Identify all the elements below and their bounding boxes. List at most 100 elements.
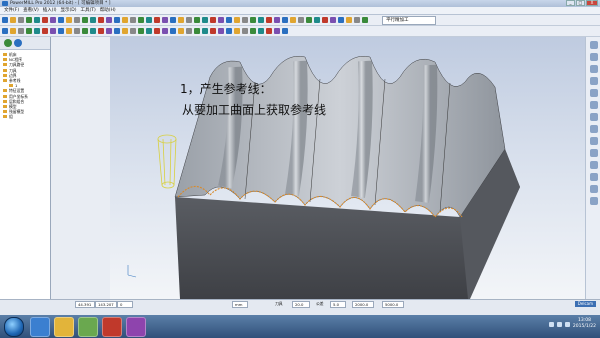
media-app-icon[interactable] <box>78 317 98 337</box>
toolbar-button-icon[interactable] <box>322 17 328 23</box>
toolbar-button-icon[interactable] <box>242 28 248 34</box>
toolbar-button-icon[interactable] <box>66 17 72 23</box>
tree-item[interactable]: 组 <box>3 114 50 119</box>
toolbar-button-icon[interactable] <box>162 17 168 23</box>
toolbar-button-icon[interactable] <box>346 17 352 23</box>
minimize-button[interactable]: _ <box>566 0 575 6</box>
view-tool-icon[interactable] <box>589 65 598 73</box>
view-tool-icon[interactable] <box>589 173 598 181</box>
recorder-app-icon[interactable] <box>126 317 146 337</box>
toolbar-button-icon[interactable] <box>194 28 200 34</box>
toolbar-button-icon[interactable] <box>26 28 32 34</box>
powermill-app-icon[interactable] <box>102 317 122 337</box>
toolbar-button-icon[interactable] <box>122 17 128 23</box>
toolbar-button-icon[interactable] <box>34 17 40 23</box>
language-icon[interactable] <box>565 322 570 327</box>
toolbar-button-icon[interactable] <box>218 17 224 23</box>
toolbar-button-icon[interactable] <box>10 17 16 23</box>
toolbar-button-icon[interactable] <box>82 17 88 23</box>
toolbar-button-icon[interactable] <box>130 17 136 23</box>
toolbar-button-icon[interactable] <box>170 28 176 34</box>
toolbar-button-icon[interactable] <box>162 28 168 34</box>
toolbar-button-icon[interactable] <box>18 17 24 23</box>
toolbar-button-icon[interactable] <box>234 17 240 23</box>
toolbar-button-icon[interactable] <box>106 17 112 23</box>
close-button[interactable]: X <box>586 0 598 6</box>
menu-help[interactable]: 帮助(H) <box>100 7 116 14</box>
toolbar-button-icon[interactable] <box>250 28 256 34</box>
toolbar-button-icon[interactable] <box>98 17 104 23</box>
toolbar-button-icon[interactable] <box>234 28 240 34</box>
toolbar-button-icon[interactable] <box>114 17 120 23</box>
toolbar-button-icon[interactable] <box>2 17 8 23</box>
view-tool-icon[interactable] <box>589 77 598 85</box>
toolbar-button-icon[interactable] <box>258 28 264 34</box>
toolbar-button-icon[interactable] <box>106 28 112 34</box>
view-tool-icon[interactable] <box>589 101 598 109</box>
toolbar-button-icon[interactable] <box>338 17 344 23</box>
toolbar-button-icon[interactable] <box>58 17 64 23</box>
toolbar-button-icon[interactable] <box>178 28 184 34</box>
toolbar-button-icon[interactable] <box>186 17 192 23</box>
view-tool-icon[interactable] <box>589 125 598 133</box>
toolbar-button-icon[interactable] <box>282 28 288 34</box>
toolbar-button-icon[interactable] <box>330 17 336 23</box>
coord-x-field[interactable]: 44.391 <box>75 301 95 308</box>
toolbar-button-icon[interactable] <box>90 17 96 23</box>
toolbar-button-icon[interactable] <box>266 28 272 34</box>
toolbar-button-icon[interactable] <box>226 17 232 23</box>
toolbar-button-icon[interactable] <box>74 17 80 23</box>
toolbar-button-icon[interactable] <box>138 17 144 23</box>
toolbar-button-icon[interactable] <box>98 28 104 34</box>
tool-diameter-field[interactable]: 20.0 <box>292 301 310 308</box>
toolbar-button-icon[interactable] <box>138 28 144 34</box>
explorer-app-icon[interactable] <box>54 317 74 337</box>
view-tool-icon[interactable] <box>589 185 598 193</box>
clock[interactable]: 13:08 2015/1/22 <box>573 318 596 330</box>
view-tool-icon[interactable] <box>589 137 598 145</box>
explorer-tab-icon[interactable] <box>4 39 12 47</box>
toolbar-button-icon[interactable] <box>90 28 96 34</box>
toolbar-button-icon[interactable] <box>274 28 280 34</box>
toolbar-button-icon[interactable] <box>290 17 296 23</box>
toolbar-button-icon[interactable] <box>42 17 48 23</box>
ie-app-icon[interactable] <box>30 317 50 337</box>
toolbar-button-icon[interactable] <box>194 17 200 23</box>
toolbar-button-icon[interactable] <box>218 28 224 34</box>
toolbar-button-icon[interactable] <box>58 28 64 34</box>
menu-file[interactable]: 文件(F) <box>4 7 19 14</box>
toolbar-button-icon[interactable] <box>10 28 16 34</box>
toolbar-button-icon[interactable] <box>146 28 152 34</box>
toolbar-button-icon[interactable] <box>170 17 176 23</box>
view-tool-icon[interactable] <box>589 89 598 97</box>
strategy-dropdown[interactable]: 平行精加工 <box>382 16 436 25</box>
toolbar-button-icon[interactable] <box>282 17 288 23</box>
toolbar-button-icon[interactable] <box>114 28 120 34</box>
toolbar-button-icon[interactable] <box>178 17 184 23</box>
toolbar-button-icon[interactable] <box>50 28 56 34</box>
toolbar-button-icon[interactable] <box>186 28 192 34</box>
toolbar-button-icon[interactable] <box>298 17 304 23</box>
toolbar-button-icon[interactable] <box>18 28 24 34</box>
volume-icon[interactable] <box>557 322 562 327</box>
view-tool-icon[interactable] <box>589 161 598 169</box>
toolbar-button-icon[interactable] <box>354 17 360 23</box>
tolerance-field[interactable]: 5.0 <box>330 301 346 308</box>
toolbar-button-icon[interactable] <box>314 17 320 23</box>
view-tool-icon[interactable] <box>589 149 598 157</box>
toolbar-button-icon[interactable] <box>154 17 160 23</box>
network-icon[interactable] <box>549 322 554 327</box>
toolbar-button-icon[interactable] <box>226 28 232 34</box>
view-tool-icon[interactable] <box>589 53 598 61</box>
coord-z-field[interactable]: 0 <box>117 301 133 308</box>
toolbar-button-icon[interactable] <box>2 28 8 34</box>
toolbar-button-icon[interactable] <box>266 17 272 23</box>
toolbar-button-icon[interactable] <box>274 17 280 23</box>
toolbar-button-icon[interactable] <box>242 17 248 23</box>
toolbar-button-icon[interactable] <box>130 28 136 34</box>
units-field[interactable]: mm <box>232 301 248 308</box>
toolbar-button-icon[interactable] <box>34 28 40 34</box>
toolbar-button-icon[interactable] <box>250 17 256 23</box>
menu-display[interactable]: 显示(D) <box>61 7 77 14</box>
maximize-button[interactable]: □ <box>576 0 585 6</box>
